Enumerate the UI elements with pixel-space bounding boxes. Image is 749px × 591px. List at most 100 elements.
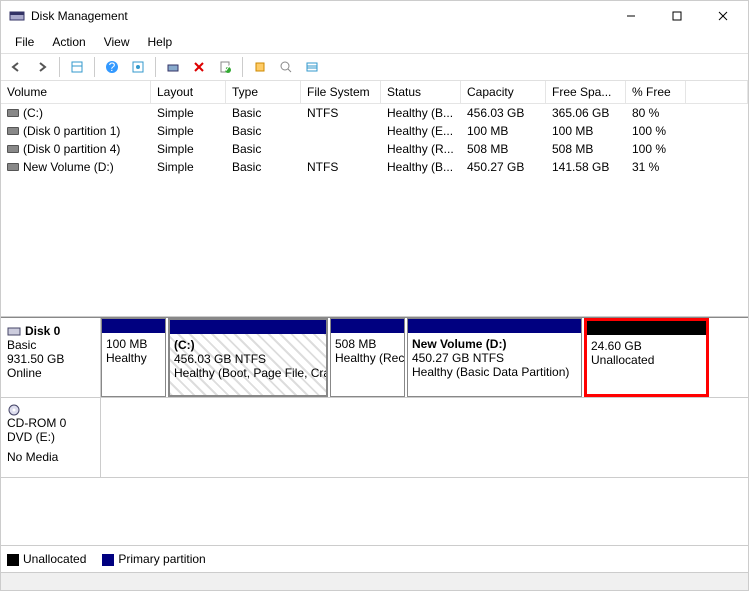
vol-status: Healthy (B...	[381, 104, 461, 122]
disk-row-0: Disk 0 Basic 931.50 GB Online 100 MB Hea…	[1, 318, 748, 398]
help-button[interactable]: ?	[101, 56, 123, 78]
menu-file[interactable]: File	[7, 33, 42, 51]
vol-fs	[301, 122, 381, 140]
part-size: 456.03 GB NTFS	[174, 352, 322, 366]
cdrom-name: CD-ROM 0	[7, 416, 66, 430]
vol-free: 365.06 GB	[546, 104, 626, 122]
col-capacity[interactable]: Capacity	[461, 81, 546, 103]
disk-state: Online	[7, 366, 94, 380]
vol-name: (Disk 0 partition 4)	[23, 142, 120, 156]
vol-status: Healthy (E...	[381, 122, 461, 140]
legend: Unallocated Primary partition	[1, 545, 748, 572]
menu-help[interactable]: Help	[140, 33, 181, 51]
cdrom-header[interactable]: CD-ROM 0 DVD (E:) No Media	[1, 398, 101, 477]
part-size: 450.27 GB NTFS	[412, 351, 577, 365]
vol-pct: 80 %	[626, 104, 686, 122]
vol-capacity: 456.03 GB	[461, 104, 546, 122]
settings-button[interactable]	[127, 56, 149, 78]
status-bar	[1, 572, 748, 590]
vol-name: New Volume (D:)	[23, 160, 114, 174]
table-row[interactable]: New Volume (D:)SimpleBasicNTFSHealthy (B…	[1, 158, 748, 176]
menu-bar: File Action View Help	[1, 31, 748, 53]
vol-status: Healthy (R...	[381, 140, 461, 158]
col-type[interactable]: Type	[226, 81, 301, 103]
vol-capacity: 450.27 GB	[461, 158, 546, 176]
maximize-button[interactable]	[654, 1, 700, 31]
volume-icon	[7, 109, 19, 117]
menu-action[interactable]: Action	[44, 33, 93, 51]
part-size: 24.60 GB	[591, 339, 702, 353]
partition-4[interactable]: 508 MB Healthy (Rec	[330, 318, 405, 397]
col-layout[interactable]: Layout	[151, 81, 226, 103]
graphical-view: Disk 0 Basic 931.50 GB Online 100 MB Hea…	[1, 317, 748, 572]
col-free-space[interactable]: Free Spa...	[546, 81, 626, 103]
vol-free: 100 MB	[546, 122, 626, 140]
vol-layout: Simple	[151, 104, 226, 122]
table-header: Volume Layout Type File System Status Ca…	[1, 81, 748, 104]
vol-capacity: 508 MB	[461, 140, 546, 158]
close-button[interactable]	[700, 1, 746, 31]
part-status: Healthy (Basic Data Partition)	[412, 365, 577, 379]
svg-text:✓: ✓	[223, 61, 232, 74]
delete-button[interactable]	[188, 56, 210, 78]
col-pct-free[interactable]: % Free	[626, 81, 686, 103]
back-button[interactable]	[5, 56, 27, 78]
svg-text:?: ?	[109, 60, 116, 74]
vol-type: Basic	[226, 140, 301, 158]
legend-primary: Primary partition	[102, 552, 205, 566]
cdrom-icon	[7, 404, 94, 416]
partition-unallocated[interactable]: 24.60 GB Unallocated	[584, 318, 709, 397]
part-status: Healthy	[106, 351, 161, 365]
disk-header[interactable]: Disk 0 Basic 931.50 GB Online	[1, 318, 101, 397]
window-title: Disk Management	[31, 9, 608, 23]
vol-name: (Disk 0 partition 1)	[23, 124, 120, 138]
col-status[interactable]: Status	[381, 81, 461, 103]
properties-button[interactable]: ✓	[214, 56, 236, 78]
vol-layout: Simple	[151, 140, 226, 158]
vol-fs	[301, 140, 381, 158]
toolbar: ? ✓	[1, 53, 748, 81]
partition-1[interactable]: 100 MB Healthy	[101, 318, 166, 397]
vol-layout: Simple	[151, 158, 226, 176]
new-volume-button[interactable]	[249, 56, 271, 78]
vol-type: Basic	[226, 122, 301, 140]
title-bar: Disk Management	[1, 1, 748, 31]
forward-button[interactable]	[31, 56, 53, 78]
volume-table: Volume Layout Type File System Status Ca…	[1, 81, 748, 317]
app-icon	[9, 8, 25, 24]
view-options-button[interactable]	[66, 56, 88, 78]
table-row[interactable]: (C:)SimpleBasicNTFSHealthy (B...456.03 G…	[1, 104, 748, 122]
vol-type: Basic	[226, 104, 301, 122]
menu-view[interactable]: View	[96, 33, 138, 51]
volume-icon	[7, 127, 19, 135]
find-button[interactable]	[275, 56, 297, 78]
partition-d[interactable]: New Volume (D:) 450.27 GB NTFS Healthy (…	[407, 318, 582, 397]
vol-fs: NTFS	[301, 104, 381, 122]
col-filesystem[interactable]: File System	[301, 81, 381, 103]
vol-pct: 100 %	[626, 140, 686, 158]
rescan-button[interactable]	[162, 56, 184, 78]
col-extra[interactable]	[686, 81, 748, 103]
col-volume[interactable]: Volume	[1, 81, 151, 103]
vol-capacity: 100 MB	[461, 122, 546, 140]
table-row[interactable]: (Disk 0 partition 1)SimpleBasicHealthy (…	[1, 122, 748, 140]
vol-status: Healthy (B...	[381, 158, 461, 176]
cdrom-type: DVD (E:)	[7, 430, 94, 444]
table-row[interactable]: (Disk 0 partition 4) SimpleBasic Healthy (…	[1, 140, 748, 158]
vol-pct: 31 %	[626, 158, 686, 176]
cdrom-state: No Media	[7, 450, 94, 464]
part-size: 100 MB	[106, 337, 161, 351]
vol-type: Basic	[226, 158, 301, 176]
part-status: Healthy (Boot, Page File, Crash	[174, 366, 322, 380]
volume-icon	[7, 145, 19, 153]
legend-unallocated: Unallocated	[7, 552, 86, 566]
disk-type: Basic	[7, 338, 94, 352]
vol-free: 508 MB	[546, 140, 626, 158]
vol-free: 141.58 GB	[546, 158, 626, 176]
vol-pct: 100 %	[626, 122, 686, 140]
list-button[interactable]	[301, 56, 323, 78]
cdrom-row: CD-ROM 0 DVD (E:) No Media	[1, 398, 748, 478]
partition-c[interactable]: (C:) 456.03 GB NTFS Healthy (Boot, Page …	[168, 318, 328, 397]
part-name: New Volume (D:)	[412, 337, 577, 351]
minimize-button[interactable]	[608, 1, 654, 31]
